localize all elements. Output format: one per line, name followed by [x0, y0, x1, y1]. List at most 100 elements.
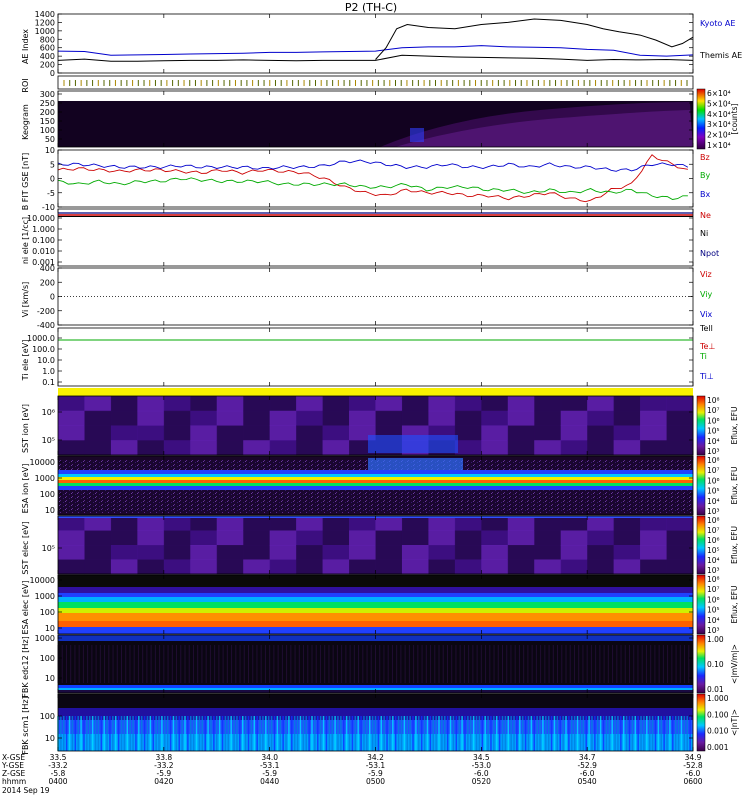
sst_e-cell	[110, 516, 138, 531]
x-tick-label: 0500	[366, 777, 385, 786]
sst_i-cell	[58, 440, 85, 456]
sst_i-cell	[481, 425, 509, 441]
sst_i-cell	[137, 396, 165, 412]
esa_i-ytick-label: 10	[45, 506, 55, 515]
sst_i-cell	[507, 396, 535, 412]
esa_i-enhancement	[368, 458, 463, 470]
sst_e-cell	[349, 516, 376, 531]
sst_i-cell	[481, 396, 509, 412]
mode-bar	[58, 388, 693, 396]
sst_i-cell	[322, 410, 350, 426]
keogram-colorbar-label: [counts]	[730, 103, 739, 134]
temperature-ytick-label: 1.0	[42, 367, 55, 376]
sst_i-cell	[401, 396, 429, 412]
sst_i-cell	[296, 410, 324, 426]
sst_i-cell	[190, 425, 218, 441]
bfield-ytick-label: 10	[45, 146, 55, 155]
sst_e-cell	[401, 516, 429, 531]
keogram-ytick-label: 100	[40, 126, 55, 135]
sst_e-cell	[216, 559, 244, 575]
sst_i-ylabel: SST ion [eV]	[21, 404, 30, 453]
keogram-ytick-label: 50	[45, 135, 55, 144]
fbk_e-colorbar-tick: 1.00	[707, 635, 724, 644]
legend-vix: Vix	[700, 310, 713, 319]
sst_i-cell	[243, 410, 271, 426]
sst_i-cell	[481, 440, 509, 456]
esa_i-colorbar-label: Eflux, EFU	[730, 467, 739, 505]
velocity-ytick-label: -400	[37, 321, 55, 330]
esa_i-band	[58, 477, 693, 480]
sst_e-cell	[58, 516, 85, 531]
sst_e-cell	[375, 516, 403, 531]
sst_i-cell	[216, 396, 244, 412]
keogram-ylabel: Keogram	[21, 104, 30, 140]
sst_e-cell	[190, 559, 218, 575]
sst_i-cell	[243, 425, 271, 441]
roi-bg	[58, 76, 693, 89]
esa_e-band	[58, 597, 693, 602]
x-tick-label: 0540	[578, 777, 597, 786]
density-ytick-label: 10.000	[27, 214, 55, 223]
sst_e-cell	[507, 545, 535, 560]
sst_e-cell	[296, 530, 324, 546]
sst_i-cell	[428, 396, 456, 412]
esa_e-colorbar-tick: 10⁸	[707, 575, 720, 584]
legend-tell: Tell	[699, 324, 713, 333]
plot-title: P2 (TH-C)	[345, 1, 397, 14]
sst_e-ylabel: SST elec [eV]	[21, 521, 30, 574]
ae-ytick-label: 200	[40, 61, 55, 70]
esa_e-band	[58, 593, 693, 597]
sst_i-cell	[110, 425, 138, 441]
temperature-ylabel: Ti ele [eV]	[21, 340, 30, 382]
sst_e-colorbar-tick: 10⁷	[707, 526, 720, 535]
summary-plot: P2 (TH-C) 0200400600800100012001400AE In…	[1, 1, 742, 795]
sst_i-cell	[401, 410, 429, 426]
keogram-colorbar-tick: 3×10⁴	[707, 120, 731, 129]
keogram-ytick-label: 150	[40, 117, 55, 126]
sst_e-cell	[84, 516, 112, 531]
sst_i-colorbar-tick: 10⁸	[707, 396, 720, 405]
sst_e-cell	[375, 530, 403, 546]
sst_e-cell	[507, 559, 535, 575]
velocity-ytick-label: 400	[40, 264, 55, 273]
sst_i-cell	[481, 410, 509, 426]
sst_i-cell	[163, 410, 191, 426]
ae-ylabel: AE Index	[21, 29, 30, 64]
sst_e-cell	[454, 516, 482, 531]
sst_e-cell	[216, 530, 244, 546]
ae-ytick-label: 400	[40, 52, 55, 61]
fbk_e-colorbar-tick: 0.10	[707, 660, 724, 669]
esa_i-colorbar-tick: 10⁴	[707, 497, 720, 506]
esa_e-band	[58, 621, 693, 627]
esa_i-band	[58, 474, 693, 477]
esa_i-colorbar	[696, 455, 706, 516]
keogram-bright-spot	[410, 128, 424, 142]
legend-teperp: Te⊥	[699, 342, 715, 351]
sst_i-cell	[454, 425, 482, 441]
sst_e-cell	[349, 559, 376, 575]
sst_e-cell	[110, 530, 138, 546]
sst_i-colorbar	[696, 395, 706, 456]
sst_e-cell	[428, 516, 456, 531]
sst_i-cell	[587, 396, 615, 412]
ae-ytick-label: 1000	[35, 27, 55, 36]
sst_i-cell	[322, 425, 350, 441]
sst_e-cell	[560, 530, 588, 546]
sst_e-cell	[666, 530, 694, 546]
sst_i-cell	[666, 396, 694, 412]
legend-bx: Bx	[700, 190, 710, 199]
sst_i-cell	[640, 396, 668, 412]
sst_e-cell	[560, 545, 588, 560]
esa_i-colorbar-tick: 10⁵	[707, 487, 720, 496]
sst_e-cell	[454, 530, 482, 546]
sst_i-cell	[560, 410, 588, 426]
fbk_e-ytick-label: 100	[40, 654, 55, 663]
esa_e-band	[58, 587, 693, 593]
esa_e-band	[58, 602, 693, 608]
sst_i-cell	[269, 425, 297, 441]
legend-themis-ae: Themis AE	[699, 51, 742, 60]
sst_e-cell	[163, 545, 191, 560]
fbk_b-colorbar-tick: 0.010	[707, 727, 729, 736]
sst_i-cell	[243, 440, 271, 456]
sst_i-cell	[163, 425, 191, 441]
